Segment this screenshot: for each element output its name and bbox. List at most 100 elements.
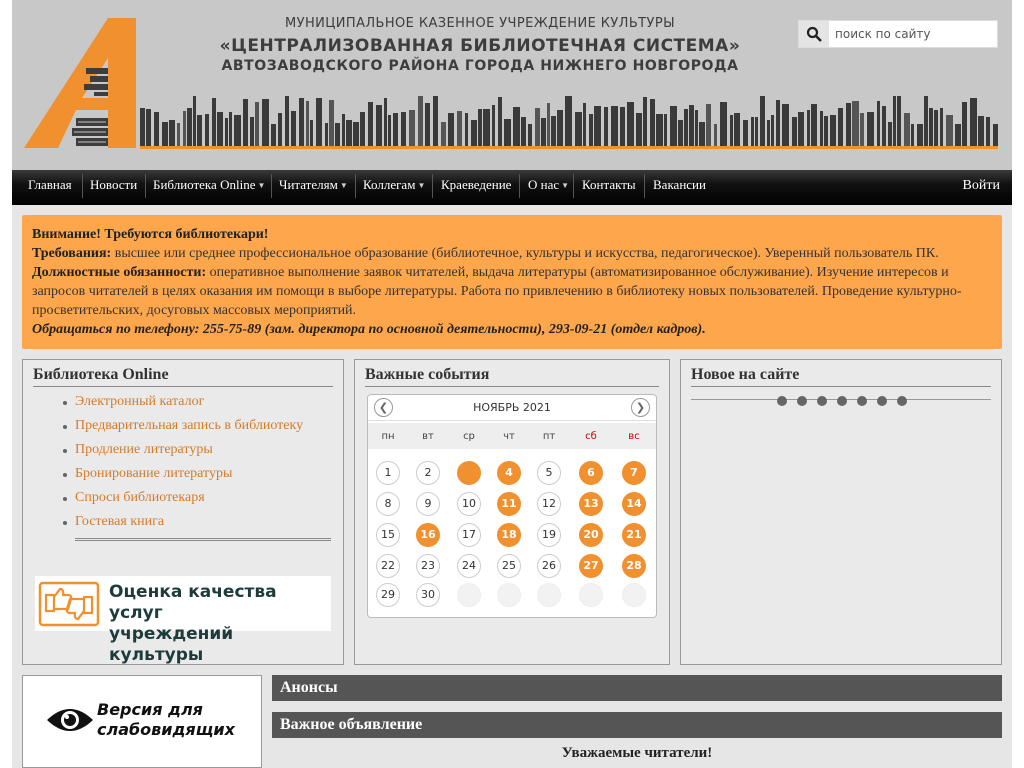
nav-item-colleagues[interactable]: Коллегам ▼ [363,170,425,205]
calendar-day-empty [457,583,481,607]
nav-item-vacancies[interactable]: Вакансии [653,170,706,205]
calendar-day-event[interactable] [457,461,481,485]
calendar-day[interactable]: 22 [376,554,400,578]
link-ask-librarian[interactable]: Спроси библиотекаря [62,490,303,514]
calendar-day[interactable]: 15 [376,523,400,547]
link-guestbook[interactable]: Гостевая книга [62,514,303,538]
weekday-label: пт [542,431,556,442]
calendar-day-empty [537,583,561,607]
carousel-dot[interactable] [837,396,847,406]
eye-icon [47,709,93,731]
nav-item-library-online[interactable]: Библиотека Online ▼ [153,170,265,205]
nav-item-label: Вакансии [653,177,706,192]
quality-rating-banner[interactable]: Оценка качества услуг учреждений культур… [35,576,331,665]
calendar-day-event[interactable]: 16 [416,523,440,547]
calendar-day[interactable]: 1 [376,461,400,485]
calendar-day[interactable]: 19 [537,523,561,547]
panel-title: Важные события [365,366,659,387]
search-button[interactable] [799,21,829,47]
nav-item-label: Новости [90,177,138,192]
link-e-catalog[interactable]: Электронный каталог [62,394,303,418]
calendar-day-empty [579,583,603,607]
panel-title: Новое на сайте [691,366,991,387]
nav-item-label: Читателям [279,177,338,192]
low-vision-version-button[interactable]: Версия для слабовидящих [22,675,262,768]
calendar-day-event[interactable]: 6 [579,461,603,485]
announcements-header: Анонсы [272,675,1002,701]
calendar-header: ❮ НОЯБРЬ 2021 ❯ [368,395,656,421]
vacancy-alert: Внимание! Требуются библиотекари! Требов… [22,215,1002,349]
search-input[interactable] [831,21,997,47]
nav-divider [432,174,433,198]
nav-item-about[interactable]: О нас ▼ [528,170,569,205]
chevron-down-icon: ▼ [257,181,266,191]
calendar-day-event[interactable]: 27 [579,554,603,578]
link-renewal[interactable]: Продление литературы [62,442,303,466]
calendar-day-event[interactable]: 4 [497,461,521,485]
calendar-day-event[interactable]: 7 [622,461,646,485]
panel-title: Библиотека Online [33,366,333,387]
calendar-day[interactable]: 30 [416,583,440,607]
alert-requirements-text: высшее или среднее профессиональное обра… [111,246,939,261]
carousel-dot[interactable] [777,396,787,406]
calendar-month: НОЯБРЬ 2021 [473,401,551,414]
calendar-day[interactable]: 12 [537,492,561,516]
alert-contact: Обращаться по телефону: 255-75-89 (зам. … [32,322,706,337]
divider [75,538,331,541]
important-notice-header: Важное объявление [272,712,1002,738]
carousel-dot[interactable] [797,396,807,406]
calendar-day[interactable]: 23 [416,554,440,578]
calendar-day[interactable]: 17 [457,523,481,547]
calendar-day-event[interactable]: 28 [622,554,646,578]
weekday-label: вт [422,431,434,442]
weekday-label: чт [503,431,515,442]
carousel-dot[interactable] [897,396,907,406]
chevron-right-icon[interactable]: ❯ [631,398,650,417]
calendar-day[interactable]: 5 [537,461,561,485]
calendar-day-event[interactable]: 14 [622,492,646,516]
site-header: МУНИЦИПАЛЬНОЕ КАЗЕННОЕ УЧРЕЖДЕНИЕ КУЛЬТУ… [12,0,1012,170]
banner-text: Оценка качества услуг учреждений культур… [109,582,331,666]
calendar-day[interactable]: 10 [457,492,481,516]
carousel-dots [777,396,907,406]
carousel-dot[interactable] [817,396,827,406]
nav-item-news[interactable]: Новости [90,170,137,205]
nav-divider [271,174,272,198]
link-reservation[interactable]: Бронирование литературы [62,466,303,490]
calendar-day[interactable]: 9 [416,492,440,516]
events-calendar: ❮ НОЯБРЬ 2021 ❯ пн вт ср чт пт сб вс 124… [367,394,657,618]
nav-item-label: Коллегам [363,177,416,192]
calendar-day[interactable]: 24 [457,554,481,578]
weekday-label: сб [585,431,597,442]
carousel-dot[interactable] [857,396,867,406]
calendar-day-event[interactable]: 11 [497,492,521,516]
low-vision-text: Версия для слабовидящих [97,700,235,740]
nav-item-home[interactable]: Главная [28,170,72,205]
chevron-down-icon: ▼ [561,181,570,191]
calendar-day-event[interactable]: 21 [622,523,646,547]
nav-item-contacts[interactable]: Контакты [582,170,636,205]
logo-icon[interactable] [24,14,136,150]
carousel-dot[interactable] [877,396,887,406]
alert-requirements-label: Требования: [32,246,112,261]
calendar-day[interactable]: 25 [497,554,521,578]
calendar-day[interactable]: 29 [376,583,400,607]
login-link[interactable]: Войти [963,178,1000,194]
low-vision-line2: слабовидящих [97,720,235,739]
calendar-day[interactable]: 8 [376,492,400,516]
nav-item-local-history[interactable]: Краеведение [441,170,511,205]
calendar-day[interactable]: 2 [416,461,440,485]
header-org-district: АВТОЗАВОДСКОГО РАЙОНА ГОРОДА НИЖНЕГО НОВ… [221,58,739,74]
bookshelf-graphic [140,96,998,149]
calendar-day-event[interactable]: 18 [497,523,521,547]
calendar-day-event[interactable]: 20 [579,523,603,547]
link-pre-registration[interactable]: Предварительная запись в библиотеку [62,418,303,442]
important-notice-text: Уважаемые читатели! [561,745,713,761]
alert-duties-label: Должностные обязанности: [32,265,207,280]
nav-divider [644,174,645,198]
calendar-day-event[interactable]: 13 [579,492,603,516]
calendar-day[interactable]: 26 [537,554,561,578]
chevron-down-icon: ▼ [417,181,426,191]
calendar-day-empty [497,583,521,607]
nav-item-readers[interactable]: Читателям ▼ [279,170,348,205]
